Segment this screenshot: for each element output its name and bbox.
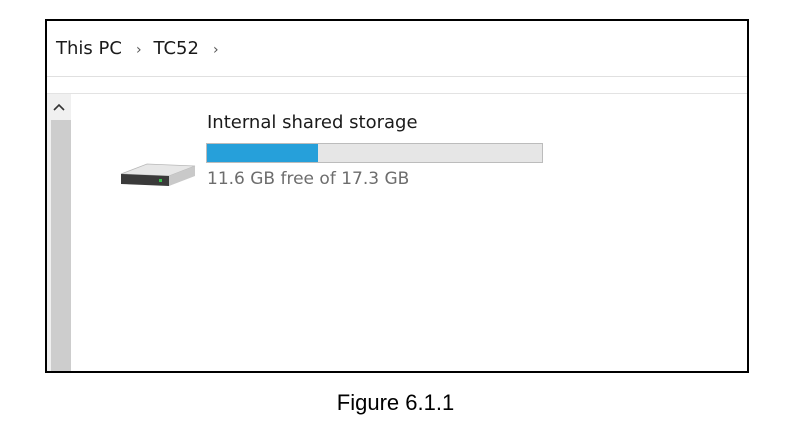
storage-usage-fill	[207, 144, 318, 162]
breadcrumb-this-pc[interactable]: This PC	[56, 38, 122, 59]
breadcrumb-tc52[interactable]: TC52	[154, 38, 199, 59]
drive-free-space-text: 11.6 GB free of 17.3 GB	[207, 169, 410, 189]
chevron-right-icon: ›	[135, 41, 142, 58]
scrollbar-thumb[interactable]	[51, 120, 71, 371]
chevron-up-icon	[53, 103, 65, 111]
figure-caption: Figure 6.1.1	[336, 390, 455, 415]
scroll-up-button[interactable]	[47, 94, 71, 120]
address-bar[interactable]: This PC › TC52 ›	[47, 21, 747, 77]
hard-drive-icon	[120, 163, 196, 186]
toolbar-divider	[47, 78, 747, 94]
file-explorer-window: This PC › TC52 › Internal shared storage…	[45, 19, 749, 373]
drive-tile-internal-storage[interactable]: Internal shared storage 11.6 GB free of …	[111, 104, 581, 194]
drive-name: Internal shared storage	[207, 112, 418, 133]
chevron-right-icon[interactable]: ›	[213, 42, 219, 58]
content-pane: Internal shared storage 11.6 GB free of …	[71, 94, 747, 371]
storage-usage-bar	[206, 143, 543, 163]
vertical-scrollbar[interactable]	[47, 94, 71, 371]
